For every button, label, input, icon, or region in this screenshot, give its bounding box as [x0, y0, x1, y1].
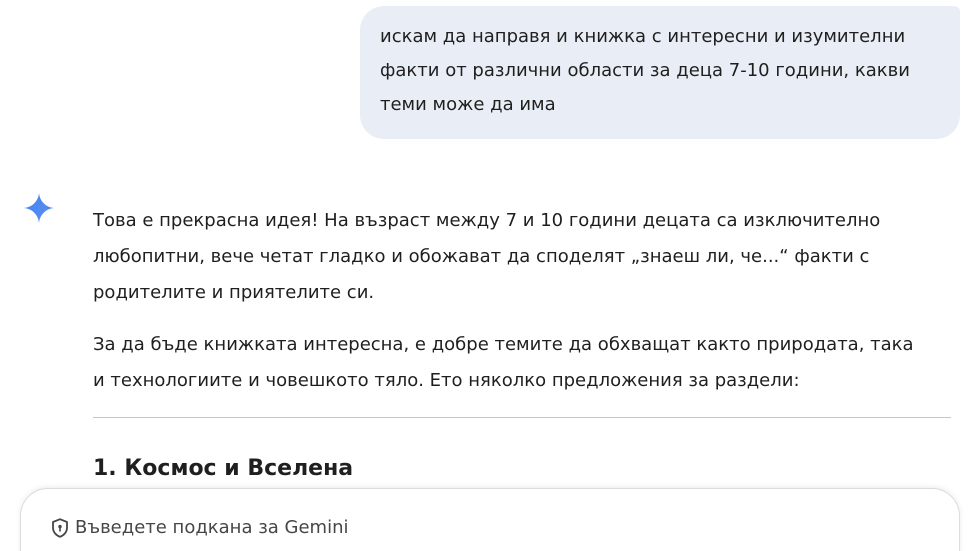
- response-paragraph: Това е прекрасна идея! На възраст между …: [93, 203, 953, 311]
- gemini-sparkle-icon: [24, 193, 54, 223]
- prompt-input-bar[interactable]: Въведете подкана за Gemini: [20, 488, 960, 551]
- user-message-line: теми може да има: [380, 94, 556, 115]
- section-heading: 1. Космос и Вселена: [93, 456, 354, 481]
- response-paragraph: За да бъде книжката интересна, е добре т…: [93, 327, 953, 399]
- user-message-line: факти от различни области за деца 7-10 г…: [380, 60, 910, 81]
- response-line: любопитни, вече четат гладко и обожават …: [93, 246, 870, 267]
- prompt-input[interactable]: Въведете подкана за Gemini: [75, 516, 349, 540]
- user-message-bubble: искам да направя и книжка с интересни и …: [360, 6, 960, 139]
- shield-icon: [52, 518, 68, 538]
- gemini-response: Това е прекрасна идея! На възраст между …: [93, 203, 953, 399]
- response-line: и технологиите и човешкото тяло. Ето няк…: [93, 370, 800, 391]
- user-message-line: искам да направя и книжка с интересни и …: [380, 26, 906, 47]
- response-line: родителите и приятелите си.: [93, 282, 375, 303]
- chat-page: искам да направя и книжка с интересни и …: [0, 0, 980, 551]
- section-divider: [93, 417, 951, 418]
- response-line: За да бъде книжката интересна, е добре т…: [93, 334, 914, 355]
- response-line: Това е прекрасна идея! На възраст между …: [93, 210, 881, 231]
